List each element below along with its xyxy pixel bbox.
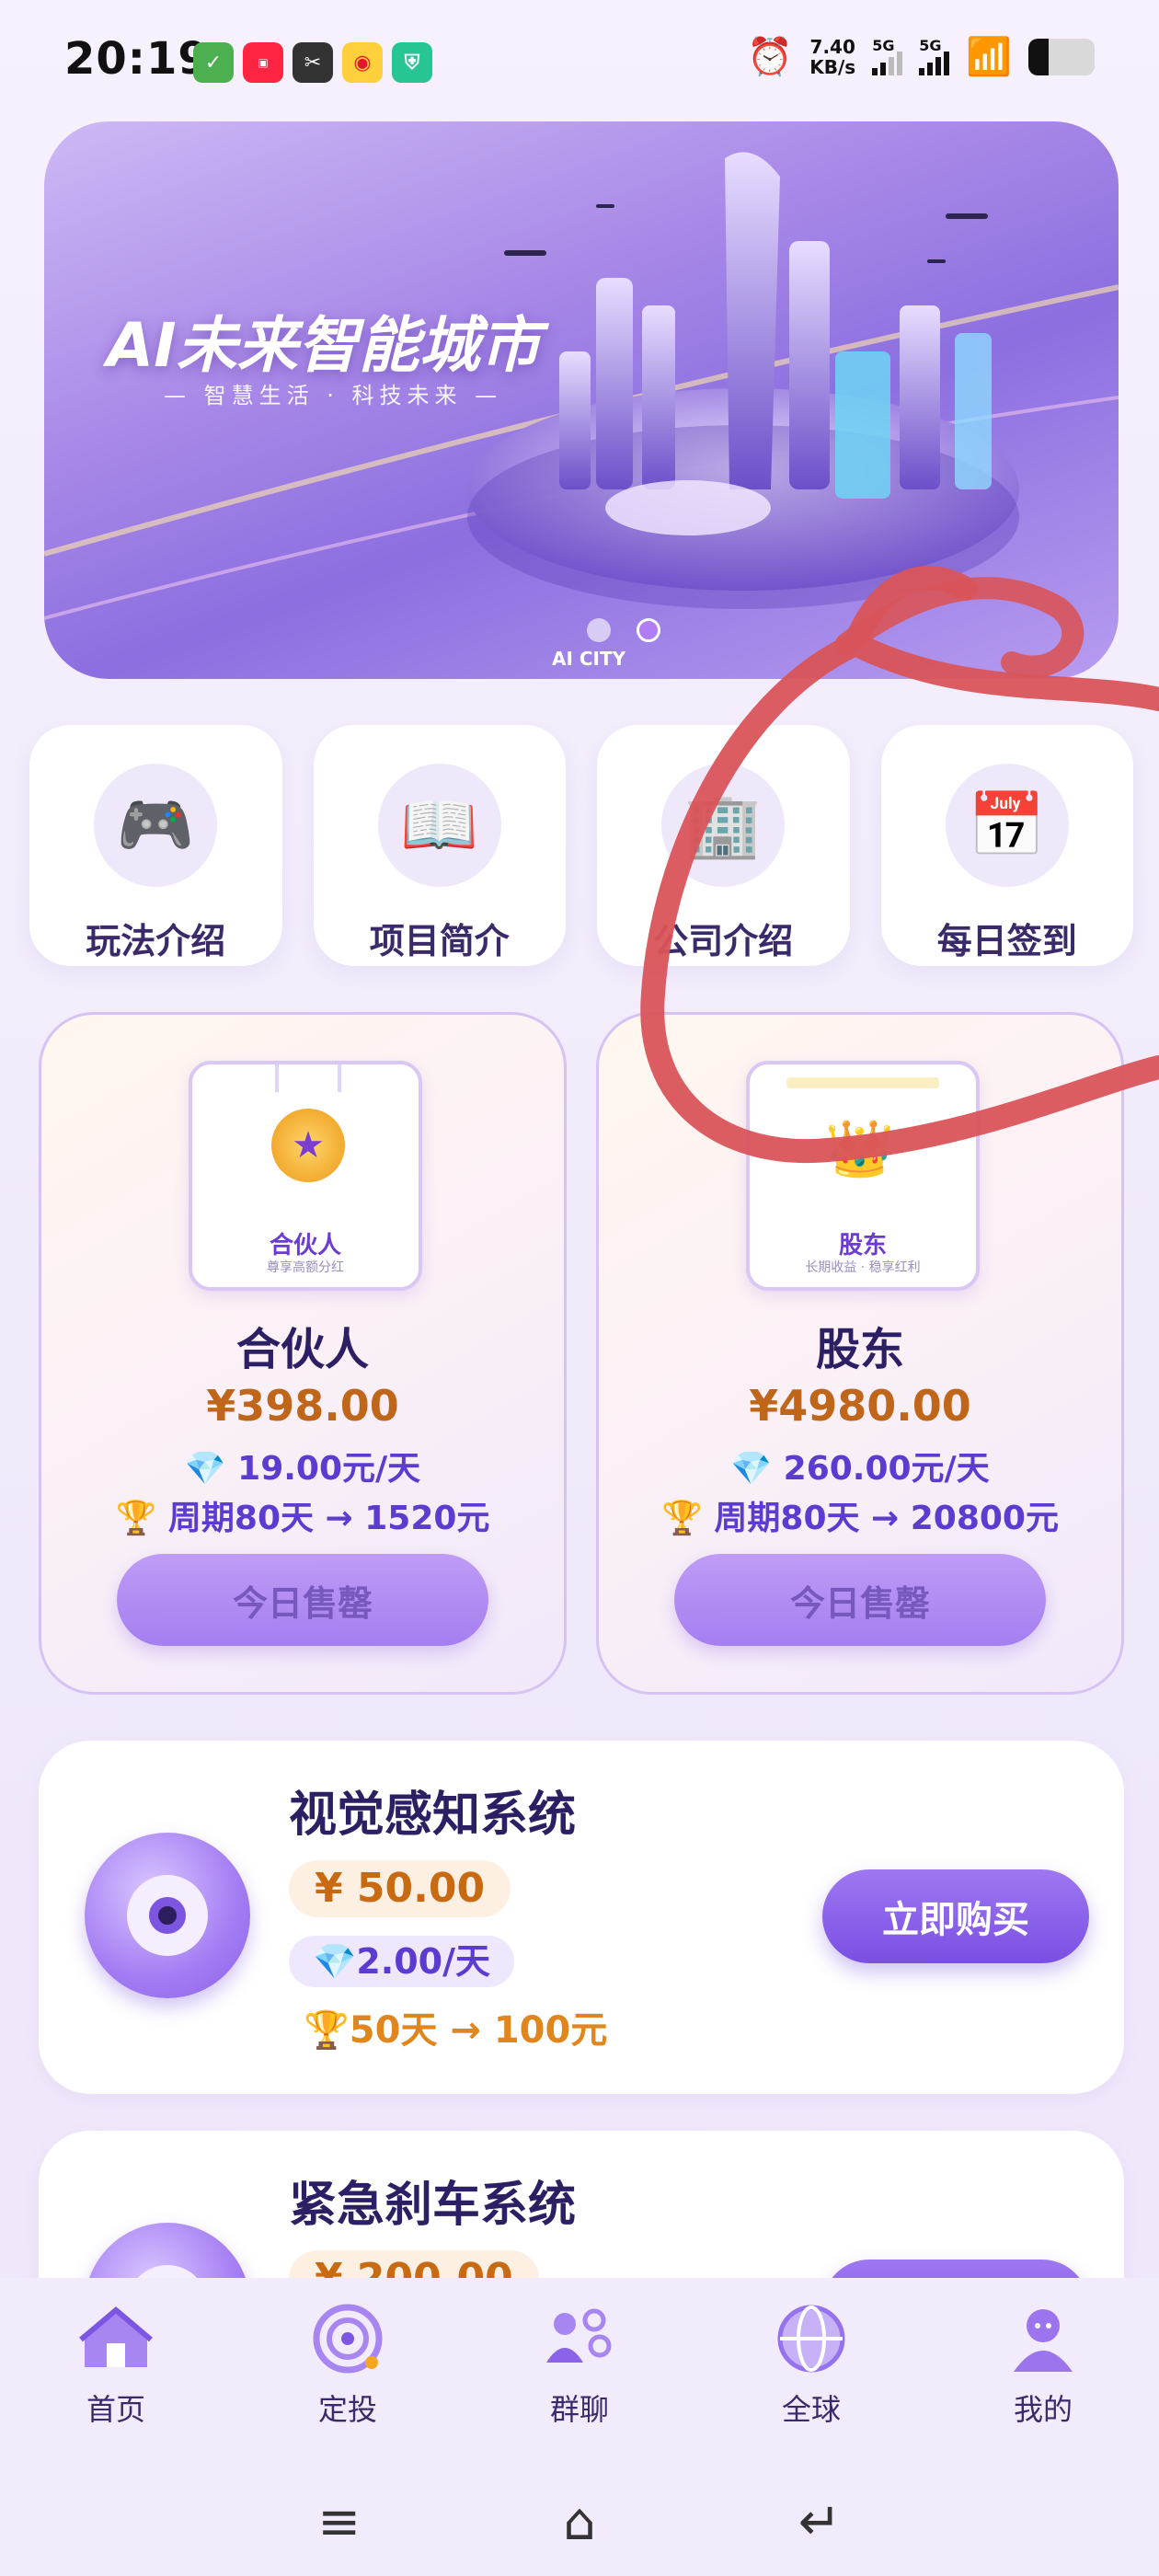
nav-label: 定投 <box>317 2392 377 2427</box>
battery-icon <box>1028 38 1095 75</box>
plan-cycle-total: 🏆 周期80天 → 1520元 <box>115 1500 490 1537</box>
status-bar: 20:19 ✓ ▣ ✂ ◉ ⛨ ⏰ 7.40 KB/s 5G 5G 📶 <box>0 0 1159 120</box>
calendar-icon: 📅 <box>945 764 1069 887</box>
plan-price: ¥398.00 <box>206 1381 399 1431</box>
carousel-dot[interactable] <box>587 618 611 642</box>
bottom-navigation: 首页 定投 群聊 全球 我的 ≡ ⌂ ↵ <box>0 2278 1159 2576</box>
nav-item-global[interactable]: 全球 <box>695 2300 927 2429</box>
nav-item-invest[interactable]: 定投 <box>232 2300 464 2429</box>
product-title: 紧急刹车系统 <box>289 2178 577 2233</box>
back-icon[interactable]: ↵ <box>798 2492 842 2552</box>
carousel-dot-active[interactable] <box>637 618 660 642</box>
banner-title: AI未来智能城市 <box>107 310 541 381</box>
certificate-title: 股东 <box>838 1232 887 1259</box>
plan-daily-income: 💎 260.00元/天 <box>730 1450 990 1488</box>
certificate-caption: 长期收益 · 稳享红利 <box>805 1260 921 1275</box>
banner-subtitle: — 智慧生活 · 科技未来 — <box>164 383 503 408</box>
checklist-app-icon: ✓ <box>193 42 234 83</box>
weibo-app-icon: ◉ <box>342 42 383 83</box>
capcut-app-icon: ✂ <box>293 42 333 83</box>
product-cycle-total: 🏆50天 → 100元 <box>304 2009 608 2052</box>
crown-icon: 👑 <box>825 1117 894 1181</box>
system-navigation-bar: ≡ ⌂ ↵ <box>0 2480 1159 2563</box>
quick-item-label: 玩法介绍 <box>86 921 226 961</box>
quick-item-label: 每日签到 <box>936 921 1077 961</box>
certificate-title: 合伙人 <box>269 1232 341 1259</box>
shield-app-icon: ⛨ <box>392 42 432 83</box>
nav-item-group-chat[interactable]: 群聊 <box>464 2300 695 2429</box>
carousel-indicators <box>587 618 660 642</box>
wifi-icon: 📶 <box>966 36 1012 78</box>
home-button-icon[interactable]: ⌂ <box>563 2492 596 2552</box>
shareholder-certificate: 👑 股东 长期收益 · 稳享红利 <box>746 1061 980 1291</box>
plan-name: 股东 <box>815 1324 904 1375</box>
quick-item-company[interactable]: 🏢 公司介绍 <box>597 725 850 966</box>
xiaohongshu-app-icon: ▣ <box>243 42 283 83</box>
signal-strength-sim1: 5G <box>872 37 903 75</box>
quick-item-gameplay[interactable]: 🎮 玩法介绍 <box>29 725 282 966</box>
status-time: 20:19 <box>64 33 210 85</box>
buy-now-button[interactable]: 立即购买 <box>822 1869 1089 1963</box>
group-chat-icon <box>541 2300 618 2377</box>
banner-footer-label: AI CITY <box>552 648 626 670</box>
sold-out-button[interactable]: 今日售罄 <box>117 1554 488 1646</box>
network-speed: 7.40 KB/s <box>809 35 856 78</box>
nav-item-home[interactable]: 首页 <box>0 2300 232 2429</box>
sold-out-button[interactable]: 今日售罄 <box>674 1554 1046 1646</box>
eye-icon <box>85 1833 250 1998</box>
product-price: ¥ 50.00 <box>289 1860 511 1917</box>
plan-price: ¥4980.00 <box>749 1381 971 1431</box>
notification-icons: ✓ ▣ ✂ ◉ ⛨ <box>193 42 432 83</box>
product-daily-income: 💎2.00/天 <box>289 1936 514 1987</box>
menu-icon[interactable]: ≡ <box>317 2492 361 2552</box>
nav-label: 群聊 <box>549 2392 609 2427</box>
alarm-icon: ⏰ <box>747 36 794 78</box>
quick-item-checkin[interactable]: 📅 每日签到 <box>880 725 1133 966</box>
home-icon <box>77 2300 155 2377</box>
signal-strength-sim2: 5G <box>919 37 950 75</box>
target-icon <box>309 2300 386 2377</box>
partner-certificate: ★ 合伙人 尊享高额分红 <box>189 1061 422 1291</box>
certificate-caption: 尊享高额分红 <box>267 1260 344 1275</box>
nav-item-profile[interactable]: 我的 <box>927 2300 1159 2429</box>
quick-item-project[interactable]: 📖 项目简介 <box>313 725 566 966</box>
plan-card-shareholder[interactable]: 👑 股东 长期收益 · 稳享红利 股东 ¥4980.00 💎 260.00元/天… <box>596 1012 1124 1695</box>
nav-label: 首页 <box>86 2392 145 2427</box>
medal-icon: ★ <box>271 1109 345 1182</box>
plan-card-partner[interactable]: ★ 合伙人 尊享高额分红 合伙人 ¥398.00 💎 19.00元/天 🏆 周期… <box>39 1012 567 1695</box>
banner-carousel[interactable]: AI未来智能城市 — 智慧生活 · 科技未来 — AI CITY <box>44 121 1119 679</box>
gamepad-icon: 🎮 <box>94 764 218 887</box>
profile-icon <box>1004 2300 1082 2377</box>
quick-menu: 🎮 玩法介绍 📖 项目简介 🏢 公司介绍 📅 每日签到 <box>29 725 1133 966</box>
plan-cycle-total: 🏆 周期80天 → 20800元 <box>661 1500 1059 1537</box>
quick-item-label: 公司介绍 <box>653 921 794 961</box>
globe-icon <box>773 2300 850 2377</box>
book-icon: 📖 <box>377 764 501 887</box>
product-card-vision[interactable]: 视觉感知系统 ¥ 50.00 💎2.00/天 🏆50天 → 100元 立即购买 <box>39 1741 1124 2094</box>
nav-label: 全球 <box>781 2392 841 2427</box>
office-building-icon: 🏢 <box>661 764 786 887</box>
nav-label: 我的 <box>1013 2392 1073 2427</box>
quick-item-label: 项目简介 <box>369 921 510 961</box>
product-title: 视觉感知系统 <box>289 1788 577 1843</box>
status-right: ⏰ 7.40 KB/s 5G 5G 📶 <box>747 35 1095 78</box>
plan-daily-income: 💎 19.00元/天 <box>184 1450 421 1488</box>
plan-name: 合伙人 <box>235 1324 369 1375</box>
